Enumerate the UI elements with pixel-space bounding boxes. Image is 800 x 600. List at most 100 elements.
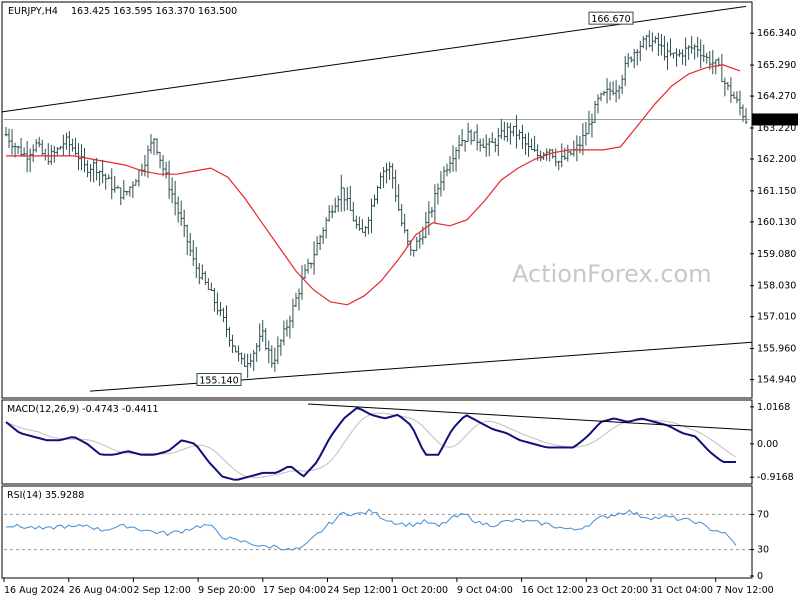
- price-bar: [339, 174, 343, 212]
- price-bar: [345, 186, 349, 211]
- price-bar: [400, 203, 404, 227]
- price-bar: [530, 138, 534, 151]
- price-bar: [614, 79, 618, 103]
- price-bar: [451, 145, 455, 172]
- price-bar: [182, 209, 186, 238]
- price-bar: [508, 122, 512, 145]
- price-bar: [43, 148, 47, 161]
- price-bar: [300, 265, 304, 300]
- price-bar: [155, 138, 159, 155]
- price-bar: [493, 138, 497, 153]
- price-bar: [360, 219, 364, 233]
- time-tick-label: 1 Oct 20:00: [392, 585, 448, 596]
- price-bar: [194, 246, 198, 278]
- price-bar: [363, 226, 367, 237]
- price-bar: [478, 138, 482, 152]
- price-bar: [243, 353, 247, 367]
- price-bar: [306, 258, 310, 274]
- price-bar: [206, 278, 210, 291]
- price-bar: [110, 168, 114, 200]
- price-bar: [330, 205, 334, 219]
- price-bar: [61, 134, 65, 157]
- price-bar: [442, 166, 446, 191]
- price-bar: [321, 227, 325, 244]
- price-bar: [255, 342, 259, 362]
- price-bar: [31, 144, 35, 163]
- price-bar: [104, 173, 108, 190]
- rsi-label: RSI(14) 35.9288: [7, 490, 84, 501]
- price-bar: [197, 263, 201, 285]
- price-bar: [517, 129, 521, 140]
- price-bar: [511, 125, 515, 137]
- time-tick-label: 2 Sep 12:00: [133, 585, 190, 596]
- price-bar: [684, 37, 688, 67]
- macd-trendline: [307, 403, 753, 431]
- price-bar: [318, 234, 322, 251]
- price-bar: [89, 164, 93, 182]
- price-bar: [735, 91, 739, 104]
- price-bar: [282, 320, 286, 346]
- price-tick-label: 154.940: [757, 375, 796, 386]
- macd-tick-label: 0.00: [757, 439, 778, 450]
- price-bar: [539, 150, 543, 162]
- macd-label: MACD(12,26,9) -0.4743 -0.4411: [7, 404, 159, 415]
- time-tick-label: 7 Nov 12:00: [716, 585, 774, 596]
- price-bar: [52, 145, 56, 163]
- price-bar: [372, 194, 376, 207]
- price-bar: [578, 136, 582, 154]
- price-bar: [215, 292, 219, 315]
- chart-title: EURJPY,H4: [8, 6, 58, 17]
- price-bar: [40, 139, 44, 156]
- price-bar: [560, 143, 564, 168]
- price-bar: [635, 49, 639, 66]
- price-bar: [611, 81, 615, 96]
- price-bar: [659, 34, 663, 56]
- current-price-marker: 163.500: [757, 115, 796, 126]
- price-tick-label: 164.270: [757, 91, 796, 102]
- price-bar: [312, 241, 316, 275]
- price-bar: [28, 148, 32, 173]
- price-bar: [303, 264, 307, 280]
- time-tick-label: 31 Oct 04:00: [651, 585, 713, 596]
- price-bar: [632, 48, 636, 69]
- price-bar: [13, 142, 17, 158]
- macd-tick-label: -0.9168: [757, 472, 794, 483]
- price-bar: [288, 315, 292, 339]
- price-bar: [354, 215, 358, 229]
- price-bar: [662, 35, 666, 61]
- price-tick-label: 160.130: [757, 217, 796, 228]
- price-bar: [608, 81, 612, 101]
- price-bar: [327, 205, 331, 222]
- price-bar: [19, 138, 23, 157]
- price-tick-label: 158.030: [757, 281, 796, 292]
- price-tick-label: 162.200: [757, 154, 796, 165]
- price-bar: [98, 170, 102, 187]
- lower-trendline: [89, 341, 753, 392]
- price-bar: [524, 133, 528, 156]
- price-bar: [732, 91, 736, 99]
- price-bar: [143, 154, 147, 177]
- price-bar: [285, 319, 289, 337]
- price-tick-label: 155.960: [757, 344, 796, 355]
- price-bar: [92, 159, 96, 183]
- price-bar: [224, 305, 228, 338]
- price-bar: [475, 124, 479, 151]
- price-bar: [119, 187, 123, 206]
- price-bar: [566, 144, 570, 162]
- price-tick-label: 161.150: [757, 186, 796, 197]
- price-bar: [466, 122, 470, 142]
- price-bar: [439, 171, 443, 197]
- price-bar: [388, 161, 392, 180]
- price-bar: [527, 132, 531, 157]
- price-bar: [623, 55, 627, 87]
- price-bar: [134, 178, 138, 186]
- price-bar: [499, 118, 503, 140]
- price-bar: [457, 135, 461, 160]
- price-bar: [599, 92, 603, 102]
- price-bar: [107, 174, 111, 180]
- price-bar: [240, 352, 244, 365]
- price-bar: [170, 177, 174, 204]
- price-bar: [382, 166, 386, 188]
- price-bar: [397, 184, 401, 212]
- price-bar: [146, 145, 150, 178]
